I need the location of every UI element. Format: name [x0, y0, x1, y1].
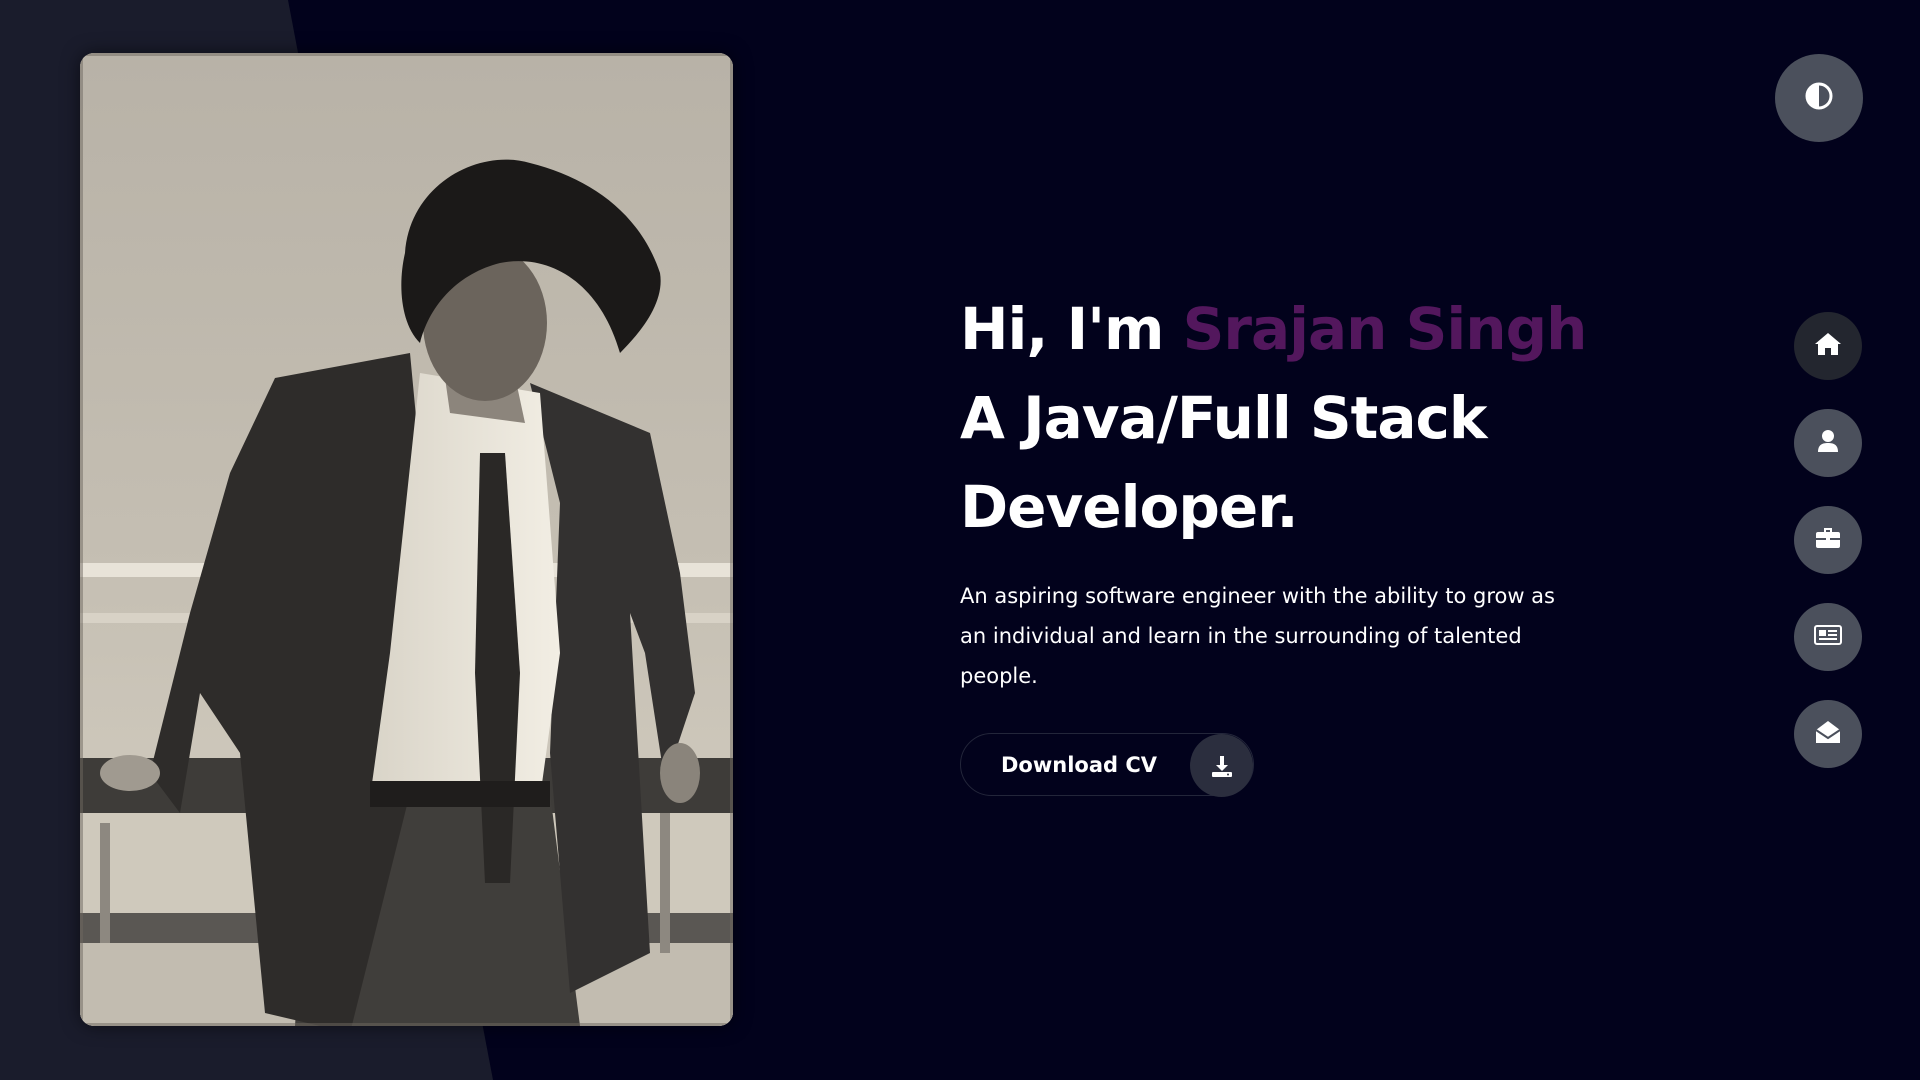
briefcase-icon — [1815, 527, 1841, 553]
contrast-icon — [1804, 81, 1834, 115]
hero-heading: Hi, I'm Srajan Singh A Java/Full Stack D… — [960, 285, 1620, 552]
nav-about[interactable] — [1794, 409, 1862, 477]
nav-contact[interactable] — [1794, 700, 1862, 768]
role-line-1: A Java/Full Stack — [960, 384, 1487, 452]
envelope-open-icon — [1815, 720, 1841, 748]
user-icon — [1817, 429, 1839, 457]
download-icon — [1190, 734, 1253, 797]
side-navigation — [1794, 312, 1862, 797]
profile-photo — [80, 53, 733, 1026]
nav-blog[interactable] — [1794, 603, 1862, 671]
page: Hi, I'm Srajan Singh A Java/Full Stack D… — [0, 0, 1920, 1080]
theme-toggle-button[interactable] — [1775, 54, 1863, 142]
name-text: Srajan Singh — [1182, 295, 1588, 363]
hero-section: Hi, I'm Srajan Singh A Java/Full Stack D… — [960, 285, 1620, 696]
download-cv-label: Download CV — [1001, 752, 1158, 777]
download-cv-button[interactable]: Download CV — [960, 733, 1254, 797]
greeting-text: Hi, I'm — [960, 295, 1183, 363]
home-icon — [1814, 332, 1842, 360]
hero-description: An aspiring software engineer with the a… — [960, 584, 1555, 688]
role-line-2: Developer. — [960, 473, 1299, 541]
nav-portfolio[interactable] — [1794, 506, 1862, 574]
nav-home[interactable] — [1794, 312, 1862, 380]
newspaper-icon — [1814, 625, 1842, 649]
